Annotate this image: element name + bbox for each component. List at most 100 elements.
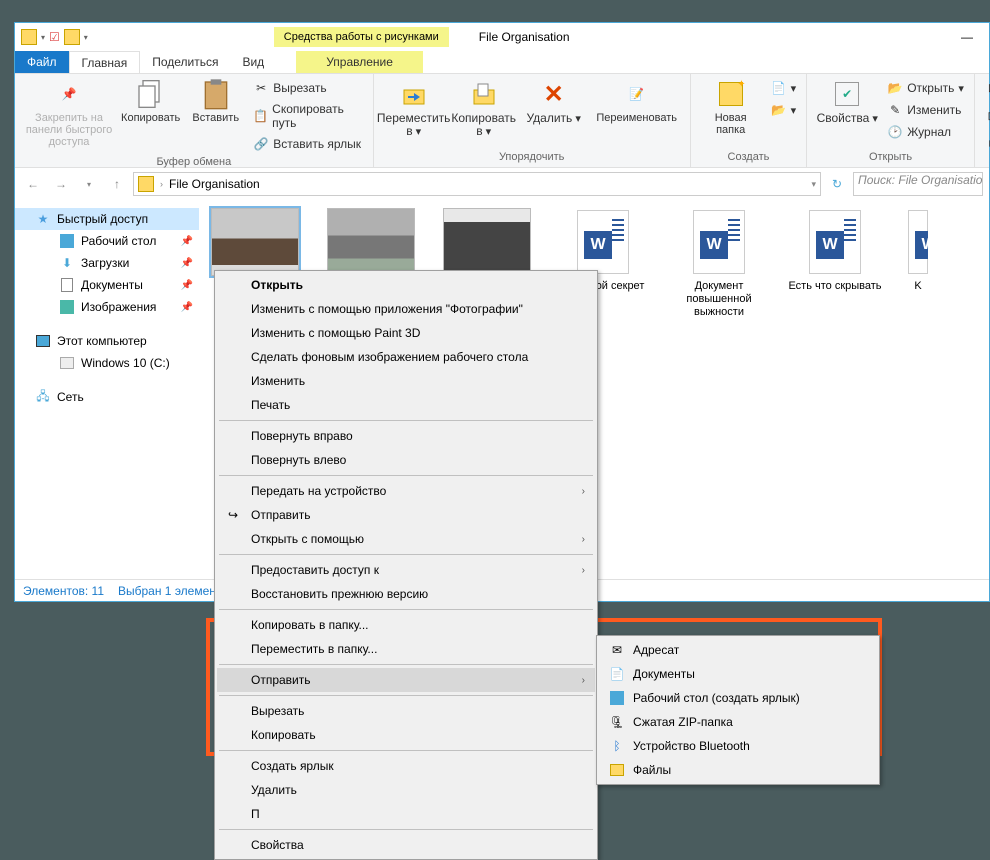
pin-button[interactable]: 📌 Закрепить на панели быстрого доступа xyxy=(23,78,115,148)
cm-copy-to-folder[interactable]: Копировать в папку... xyxy=(217,613,595,637)
cut-button[interactable]: ✂Вырезать xyxy=(251,78,364,98)
context-menu: Открыть Изменить с помощью приложения "Ф… xyxy=(214,270,598,860)
word-icon: W xyxy=(577,210,629,274)
thumbnail xyxy=(327,208,415,276)
cm-share[interactable]: ↪Отправить xyxy=(217,503,595,527)
new-folder-icon xyxy=(719,82,743,106)
refresh-button[interactable]: ↻ xyxy=(825,172,849,196)
paste-shortcut-button[interactable]: 🔗Вставить ярлык xyxy=(251,134,364,154)
cm-set-wallpaper[interactable]: Сделать фоновым изображением рабочего ст… xyxy=(217,345,595,369)
window-controls: — xyxy=(945,23,989,51)
delete-button[interactable]: ✕ Удалить ▾ xyxy=(522,78,586,125)
open-button[interactable]: 📂Открыть ▾ xyxy=(885,78,966,98)
folder-icon[interactable] xyxy=(64,29,80,45)
history-button[interactable]: 🕑Журнал xyxy=(885,122,966,142)
minimize-button[interactable]: — xyxy=(945,23,989,51)
sidebar: ★Быстрый доступ Рабочий стол📌 ⬇Загрузки📌… xyxy=(15,200,199,579)
pin-icon: 📌 xyxy=(181,236,193,247)
tab-manage[interactable]: Управление xyxy=(296,51,423,73)
qat-dropdown[interactable]: ▾ xyxy=(84,33,88,42)
chevron-down-icon[interactable]: ▾ xyxy=(41,33,45,42)
cm-delete[interactable]: Удалить xyxy=(217,778,595,802)
cm-edit-photos[interactable]: Изменить с помощью приложения "Фотографи… xyxy=(217,297,595,321)
pictures-icon xyxy=(60,300,74,314)
ribbon: 📌 Закрепить на панели быстрого доступа К… xyxy=(15,74,989,168)
cm-create-shortcut[interactable]: Создать ярлык xyxy=(217,754,595,778)
sm-zip[interactable]: 🗜Сжатая ZIP-папка xyxy=(599,710,877,734)
sidebar-this-pc[interactable]: Этот компьютер xyxy=(15,330,199,352)
new-folder-button[interactable]: Новая папка xyxy=(699,78,763,136)
cm-copy[interactable]: Копировать xyxy=(217,723,595,747)
pin-icon: 📌 xyxy=(181,280,193,291)
cm-restore-version[interactable]: Восстановить прежнюю версию xyxy=(217,582,595,606)
recent-dropdown[interactable]: ▾ xyxy=(77,172,101,196)
copy-path-button[interactable]: 📋Скопировать путь xyxy=(251,100,364,132)
file-item[interactable]: W Документ повышенной выжности xyxy=(671,208,767,319)
pc-icon xyxy=(36,335,50,347)
sidebar-desktop[interactable]: Рабочий стол📌 xyxy=(15,230,199,252)
window-title: File Organisation xyxy=(479,30,570,44)
rename-button[interactable]: 📝 Переименовать xyxy=(592,78,682,124)
tab-share[interactable]: Поделиться xyxy=(140,51,230,73)
tab-home[interactable]: Главная xyxy=(69,51,141,73)
ribbon-group-clipboard: 📌 Закрепить на панели быстрого доступа К… xyxy=(15,74,374,167)
cm-properties[interactable]: Свойства xyxy=(217,833,595,857)
cm-open-with[interactable]: Открыть с помощью› xyxy=(217,527,595,551)
invert-selection-button[interactable]: ⧉Обратит xyxy=(983,134,990,154)
edit-button[interactable]: ✎Изменить xyxy=(885,100,966,120)
properties-button[interactable]: ✔ Свойства ▾ xyxy=(815,78,879,125)
ribbon-group-open: ✔ Свойства ▾ 📂Открыть ▾ ✎Изменить 🕑Журна… xyxy=(807,74,975,167)
sm-documents[interactable]: 📄Документы xyxy=(599,662,877,686)
sidebar-pictures[interactable]: Изображения📌 xyxy=(15,296,199,318)
history-icon: 🕑 xyxy=(887,124,903,140)
file-item[interactable]: W K xyxy=(903,208,933,319)
cm-cast[interactable]: Передать на устройство› xyxy=(217,479,595,503)
sidebar-downloads[interactable]: ⬇Загрузки📌 xyxy=(15,252,199,274)
chevron-right-icon: › xyxy=(582,486,585,497)
move-to-button[interactable]: Переместить в ▾ xyxy=(382,78,446,138)
share-icon: ↪ xyxy=(225,507,241,523)
tab-file[interactable]: Файл xyxy=(15,51,69,73)
cm-rotate-right[interactable]: Повернуть вправо xyxy=(217,424,595,448)
checklist-icon[interactable]: ☑ xyxy=(49,30,60,44)
forward-button[interactable]: → xyxy=(49,172,73,196)
sidebar-drive-c[interactable]: Windows 10 (C:) xyxy=(15,352,199,374)
document-icon xyxy=(61,278,73,292)
cm-cut[interactable]: Вырезать xyxy=(217,699,595,723)
cm-edit-paint3d[interactable]: Изменить с помощью Paint 3D xyxy=(217,321,595,345)
copy-button[interactable]: Копировать xyxy=(121,78,180,124)
tab-view[interactable]: Вид xyxy=(230,51,276,73)
up-button[interactable]: ↑ xyxy=(105,172,129,196)
sidebar-quick-access[interactable]: ★Быстрый доступ xyxy=(15,208,199,230)
file-item[interactable]: W Есть что скрывать xyxy=(787,208,883,319)
copy-to-button[interactable]: Копировать в ▾ xyxy=(452,78,516,138)
search-input[interactable]: Поиск: File Organisatio xyxy=(853,172,983,196)
deselect-button[interactable]: ⊟Снять выд xyxy=(983,100,990,132)
folder-icon[interactable] xyxy=(21,29,37,45)
easy-access-button[interactable]: 📂▾ xyxy=(769,100,799,120)
cm-rename[interactable]: П xyxy=(217,802,595,826)
sidebar-network[interactable]: 🖧Сеть xyxy=(15,386,199,408)
deselect-icon: ⊟ xyxy=(985,108,990,124)
select-all-button[interactable]: ⊞Выделить xyxy=(983,78,990,98)
cm-print[interactable]: Печать xyxy=(217,393,595,417)
sm-desktop-shortcut[interactable]: Рабочий стол (создать ярлык) xyxy=(599,686,877,710)
cm-rotate-left[interactable]: Повернуть влево xyxy=(217,448,595,472)
sm-recipient[interactable]: ✉Адресат xyxy=(599,638,877,662)
pin-icon: 📌 xyxy=(181,258,193,269)
cm-open[interactable]: Открыть xyxy=(217,273,595,297)
sm-bluetooth[interactable]: ᛒУстройство Bluetooth xyxy=(599,734,877,758)
address-bar[interactable]: › File Organisation ▾ xyxy=(133,172,821,196)
cm-give-access[interactable]: Предоставить доступ к› xyxy=(217,558,595,582)
paste-button[interactable]: Вставить xyxy=(186,78,245,124)
back-button[interactable]: ← xyxy=(21,172,45,196)
cm-move-to-folder[interactable]: Переместить в папку... xyxy=(217,637,595,661)
new-item-button[interactable]: 📄▾ xyxy=(769,78,799,98)
breadcrumb[interactable]: File Organisation xyxy=(169,177,260,191)
cm-edit[interactable]: Изменить xyxy=(217,369,595,393)
sidebar-documents[interactable]: Документы📌 xyxy=(15,274,199,296)
sm-files[interactable]: Файлы xyxy=(599,758,877,782)
chevron-right-icon: › xyxy=(582,565,585,576)
cm-send-to[interactable]: Отправить› xyxy=(217,668,595,692)
document-icon: 📄 xyxy=(609,666,625,682)
